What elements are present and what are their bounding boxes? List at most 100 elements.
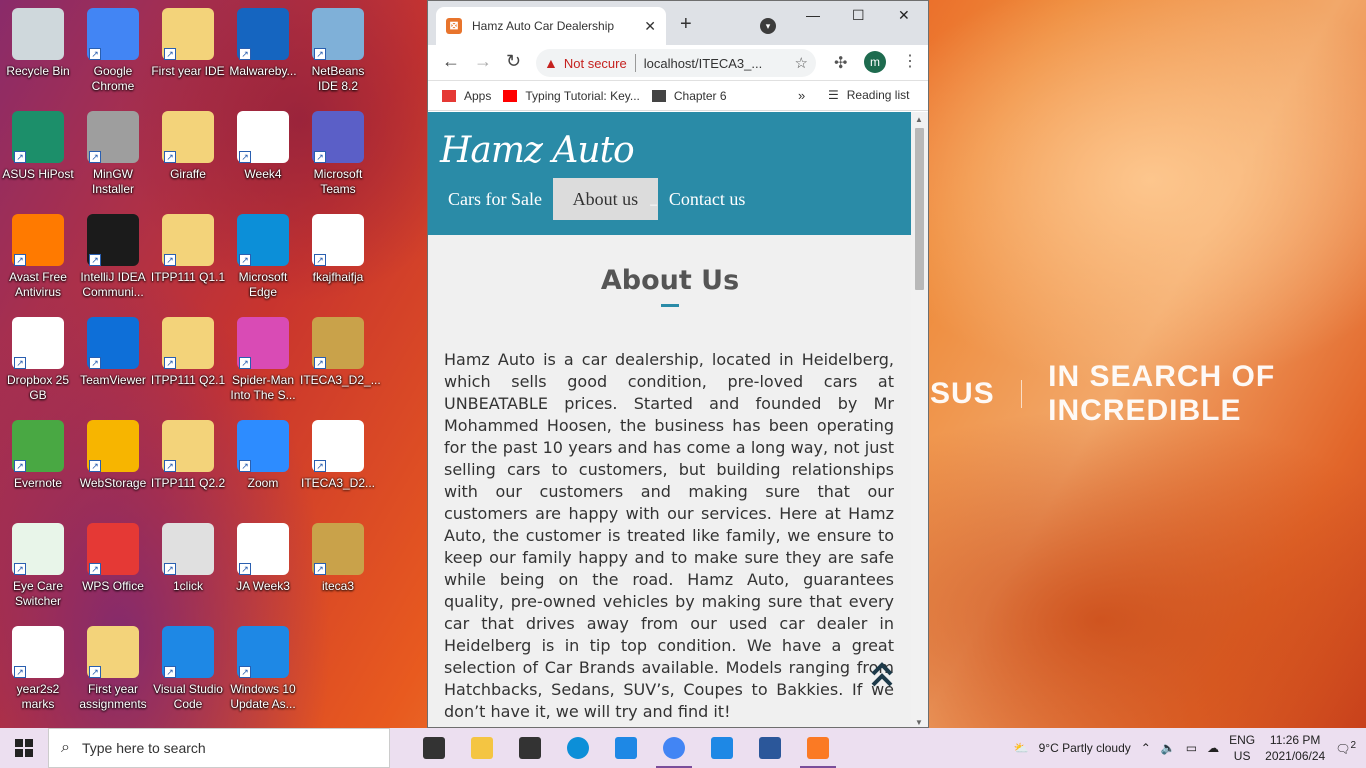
desktop-icon[interactable]: ↗ iteca3 [300, 517, 376, 594]
desktop-icon-image: ↗ [87, 317, 139, 369]
tray-chevron-icon[interactable]: ⌃ [1141, 741, 1151, 755]
desktop-icon[interactable]: ↗ 1click [150, 517, 226, 594]
chrome-icon[interactable] [650, 728, 698, 768]
desktop-icon[interactable]: ↗ First year IDE [150, 2, 226, 79]
edge-icon[interactable] [554, 728, 602, 768]
close-window-icon[interactable]: ✕ [898, 7, 910, 24]
desktop-icon[interactable]: ↗ ITPP111 Q1.1 [150, 208, 226, 285]
desktop-icon[interactable]: ↗ Malwareby... [225, 2, 301, 79]
nav-link-contact-us[interactable]: Contact us [649, 178, 766, 220]
shortcut-arrow-icon: ↗ [89, 666, 101, 678]
maximize-icon[interactable]: ☐ [852, 7, 865, 24]
desktop-icon[interactable]: ↗ ITECA3_D2_... [300, 311, 381, 388]
desktop-icon[interactable]: ↗ JA Week3 [225, 517, 301, 594]
task-view-icon[interactable] [410, 728, 458, 768]
desktop-icon[interactable]: ↗ ITPP111 Q2.1 [150, 311, 226, 388]
desktop-icon[interactable]: ↗ MinGW Installer [75, 105, 151, 197]
shortcut-arrow-icon: ↗ [164, 254, 176, 266]
battery-icon[interactable]: ▭ [1186, 741, 1197, 755]
site-header: Hamz Auto Cars for Sale_About us_Contact… [428, 112, 912, 235]
desktop-icon[interactable]: ↗ NetBeans IDE 8.2 [300, 2, 376, 94]
desktop-icon[interactable]: ↗ Spider-Man Into The S... [225, 311, 301, 403]
desktop-icon[interactable]: ↗ ITECA3_D2... [300, 414, 376, 491]
desktop-icon[interactable]: ↗ Google Chrome [75, 2, 151, 94]
desktop-icon-label: year2s2 marks [16, 682, 60, 711]
start-button[interactable] [0, 728, 48, 768]
desktop-icon[interactable]: ↗ IntelliJ IDEA Communi... [75, 208, 151, 300]
scroll-up-icon[interactable]: ▲ [915, 115, 923, 124]
desktop-icon[interactable]: ↗ First year assignments [75, 620, 151, 712]
word-icon[interactable] [746, 728, 794, 768]
back-to-top-icon[interactable] [870, 660, 894, 690]
extensions-icon[interactable]: ✣ [834, 53, 847, 73]
desktop-icon[interactable]: ↗ Eye Care Switcher [0, 517, 76, 609]
reload-icon[interactable]: ↻ [506, 51, 521, 72]
desktop-icon-image: ↗ [12, 626, 64, 678]
reading-list-button[interactable]: ☰ Reading list [828, 88, 909, 102]
forward-icon[interactable]: → [474, 51, 492, 72]
desktop-icon[interactable]: ↗ TeamViewer [75, 311, 151, 388]
desktop-icon[interactable]: ↗ Evernote [0, 414, 76, 491]
language-indicator[interactable]: ENG US [1229, 732, 1255, 764]
new-tab-button[interactable]: + [680, 13, 692, 36]
security-label[interactable]: Not secure [564, 56, 627, 71]
vscode-icon[interactable] [698, 728, 746, 768]
network-icon[interactable]: ☁ [1207, 741, 1219, 755]
close-tab-icon[interactable]: ✕ [644, 18, 656, 35]
bookmark-item[interactable]: Typing Tutorial: Key... [503, 89, 640, 103]
clock-time: 11:26 PM [1269, 733, 1321, 747]
desktop-icon[interactable]: ↗ WPS Office [75, 517, 151, 594]
desktop-icon[interactable]: Recycle Bin [0, 2, 76, 79]
desktop-icon[interactable]: ↗ Zoom [225, 414, 301, 491]
scroll-down-icon[interactable]: ▼ [915, 718, 923, 727]
notification-icon[interactable]: 🗨2 [1335, 740, 1356, 756]
mail-icon[interactable] [602, 728, 650, 768]
browser-tab[interactable]: ⊠ Hamz Auto Car Dealership ✕ [436, 7, 666, 45]
chrome-menu-icon[interactable]: ⋮ [902, 51, 918, 71]
more-bookmarks-icon[interactable]: » [798, 88, 805, 103]
store-icon[interactable] [506, 728, 554, 768]
bookmark-star-icon[interactable]: ☆ [795, 54, 808, 72]
address-bar[interactable]: ▲ Not secure localhost/ITECA3_... ☆ [536, 49, 816, 77]
desktop-icon-label: ITPP111 Q2.2 [150, 476, 226, 490]
desktop-icon[interactable]: ↗ Week4 [225, 105, 301, 182]
desktop-icon[interactable]: ↗ ASUS HiPost [0, 105, 76, 182]
desktop-icon[interactable]: ↗ year2s2 marks [0, 620, 76, 712]
desktop-icon[interactable]: ↗ ITPP111 Q2.2 [150, 414, 226, 491]
nav-link-about-us[interactable]: About us [552, 178, 659, 220]
profile-avatar[interactable]: m [864, 51, 886, 73]
minimize-icon[interactable]: — [806, 7, 820, 23]
shortcut-arrow-icon: ↗ [239, 563, 251, 575]
taskbar-search[interactable]: ⌕ Type here to search [48, 728, 390, 768]
volume-icon[interactable]: 🔈 [1161, 741, 1176, 755]
desktop-icon[interactable]: ↗ Visual Studio Code [150, 620, 226, 712]
xampp-icon[interactable] [794, 728, 842, 768]
search-placeholder: Type here to search [81, 740, 206, 756]
page-scrollbar[interactable]: ▲ ▼ [911, 112, 928, 727]
shortcut-arrow-icon: ↗ [164, 563, 176, 575]
desktop-icon[interactable]: ↗ Giraffe [150, 105, 226, 182]
tab-search-icon[interactable]: ▾ [760, 18, 776, 34]
back-icon[interactable]: ← [442, 51, 460, 72]
weather-icon[interactable]: ⛅ [1014, 741, 1029, 755]
desktop-icon[interactable]: ↗ Dropbox 25 GB [0, 311, 76, 403]
url-text[interactable]: localhost/ITECA3_... [644, 56, 795, 71]
file-explorer-icon[interactable] [458, 728, 506, 768]
clock[interactable]: 11:26 PM 2021/06/24 [1265, 732, 1325, 764]
desktop-icon[interactable]: ↗ Windows 10 Update As... [225, 620, 301, 712]
desktop-icon-image [12, 8, 64, 60]
scroll-thumb[interactable] [915, 128, 924, 290]
desktop-icon-label: ITPP111 Q1.1 [150, 270, 226, 284]
weather-text[interactable]: 9°C Partly cloudy [1039, 741, 1131, 755]
bookmark-item[interactable]: Chapter 6 [651, 89, 727, 103]
desktop-icon-image: ↗ [312, 8, 364, 60]
desktop-icon[interactable]: ↗ Microsoft Teams [300, 105, 376, 197]
shortcut-arrow-icon: ↗ [14, 666, 26, 678]
desktop-icon[interactable]: ↗ Microsoft Edge [225, 208, 301, 300]
site-logo[interactable]: Hamz Auto [440, 130, 635, 171]
nav-link-cars-for-sale[interactable]: Cars for Sale [428, 178, 562, 220]
desktop-icon[interactable]: ↗ Avast Free Antivirus [0, 208, 76, 300]
desktop-icon[interactable]: ↗ WebStorage [75, 414, 151, 491]
desktop-icon[interactable]: ↗ fkajfhaifja [300, 208, 376, 285]
bookmark-item[interactable]: Apps [442, 89, 491, 103]
